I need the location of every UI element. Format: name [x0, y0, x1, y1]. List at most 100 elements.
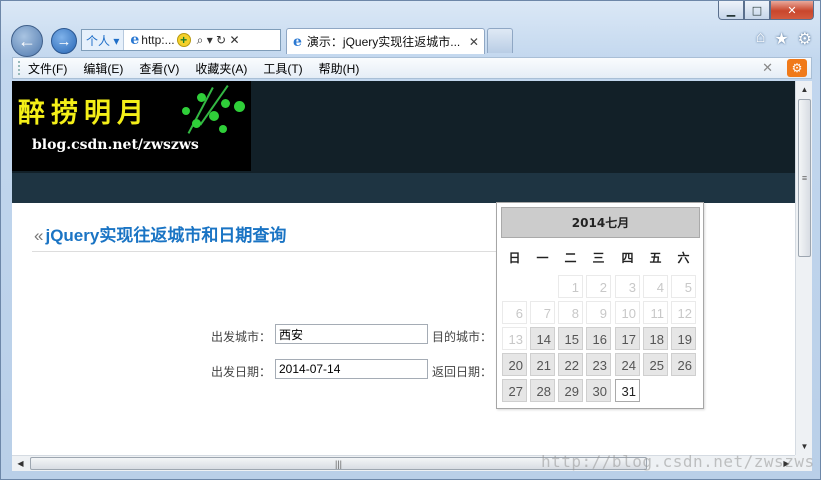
- title-divider: [32, 251, 512, 252]
- menu-file[interactable]: 文件(F): [28, 60, 67, 77]
- datepicker-day[interactable]: 26: [671, 353, 696, 376]
- close-button[interactable]: ✕: [770, 1, 814, 20]
- datepicker-day: 1: [558, 275, 583, 298]
- address-tools[interactable]: ⌕ ▾ ↻ ✕: [197, 33, 240, 48]
- depart-date-label: 出发日期：: [211, 365, 272, 379]
- datepicker-day: 9: [586, 301, 611, 324]
- back-button[interactable]: ←: [11, 25, 43, 57]
- logo-leaf-dot: [219, 125, 227, 133]
- datepicker-weekday: 日: [508, 251, 521, 265]
- datepicker-weekday: 三: [592, 251, 605, 265]
- arrow-left-icon: ←: [18, 30, 36, 51]
- window-caption-buttons: ▁ □ ✕: [718, 1, 814, 20]
- ie-page-icon: e: [130, 32, 140, 48]
- menu-bar: 文件(F) 编辑(E) 查看(V) 收藏夹(A) 工具(T) 帮助(H) ✕ ⚙: [12, 57, 812, 79]
- favorites-star-icon[interactable]: ★: [774, 29, 788, 49]
- tab-active[interactable]: e 演示：jQuery实现往返城市... ✕: [286, 28, 485, 54]
- datepicker-month-header: 2014七月: [501, 207, 700, 238]
- datepicker-day[interactable]: 27: [502, 379, 527, 402]
- menu-view[interactable]: 查看(V): [139, 60, 179, 77]
- browser-right-icons: ⌂ ★ ⚙: [756, 29, 812, 49]
- header-nav-strip: [12, 173, 795, 203]
- blog-logo[interactable]: 醉捞明月 blog.csdn.net/zwszws: [12, 81, 251, 171]
- gear-icon[interactable]: ⚙: [798, 29, 812, 49]
- depart-city-label: 出发城市：: [211, 330, 272, 344]
- datepicker-day: 11: [643, 301, 668, 324]
- tab-close-icon[interactable]: ✕: [469, 35, 479, 49]
- depart-date-input[interactable]: [275, 359, 428, 379]
- menu-tools[interactable]: 工具(T): [263, 60, 302, 77]
- datepicker-day[interactable]: 30: [586, 379, 611, 402]
- datepicker-day[interactable]: 16: [586, 327, 611, 350]
- return-date-label: 返回日期：: [432, 365, 493, 379]
- page-title-text: jQuery实现往返城市和日期查询: [45, 226, 287, 245]
- home-icon[interactable]: ⌂: [756, 29, 766, 49]
- logo-url: blog.csdn.net/zwszws: [32, 137, 199, 153]
- datepicker-day: 13: [502, 327, 527, 350]
- ie-page-icon: e: [293, 33, 302, 50]
- datepicker-day[interactable]: 28: [530, 379, 555, 402]
- forward-button[interactable]: →: [51, 28, 77, 54]
- logo-leaf-dot: [209, 111, 219, 121]
- datepicker-day[interactable]: 24: [615, 353, 640, 376]
- toolbar-grip[interactable]: [18, 61, 24, 75]
- datepicker-day: 7: [530, 301, 555, 324]
- datepicker-weekday: 一: [536, 251, 549, 265]
- datepicker-weekday: 二: [564, 251, 577, 265]
- menu-edit[interactable]: 编辑(E): [83, 60, 123, 77]
- datepicker-weekday: 六: [677, 251, 690, 265]
- datepicker-day[interactable]: 14: [530, 327, 555, 350]
- datepicker-weekday: 五: [649, 251, 662, 265]
- datepicker-day: 3: [615, 275, 640, 298]
- datepicker-day[interactable]: 29: [558, 379, 583, 402]
- vertical-scroll-thumb[interactable]: ≡: [798, 99, 811, 257]
- datepicker-day[interactable]: 31: [615, 379, 640, 402]
- datepicker-day: 4: [643, 275, 668, 298]
- page-viewport: 醉捞明月 blog.csdn.net/zwszws «jQuery实现往返城市和…: [12, 81, 795, 455]
- page-title[interactable]: «jQuery实现往返城市和日期查询: [34, 221, 286, 246]
- addon-icon[interactable]: ⚙: [787, 59, 807, 77]
- site-header: 醉捞明月 blog.csdn.net/zwszws: [12, 81, 795, 203]
- datepicker-popup: 2014七月 日一二三四五六 1 2 3 4 5 6 7 8 9 10 11 12 13 14 15 16 17 1…: [496, 202, 704, 409]
- datepicker-day: 5: [671, 275, 696, 298]
- datepicker-day[interactable]: 15: [558, 327, 583, 350]
- new-tab-button[interactable]: [487, 28, 513, 53]
- datepicker-day[interactable]: 25: [643, 353, 668, 376]
- arrow-right-icon: →: [56, 32, 72, 50]
- dest-city-label: 目的城市：: [432, 330, 493, 344]
- vertical-scrollbar[interactable]: ▲ ≡ ▼: [795, 81, 812, 455]
- menubar-close-icon[interactable]: ✕: [762, 60, 773, 76]
- datepicker-day: 12: [671, 301, 696, 324]
- menu-favorites[interactable]: 收藏夹(A): [195, 60, 247, 77]
- browser-window: ▁ □ ✕ ← → 个人 ▾ e http:... + ⌕ ▾ ↻ ✕ e 演示…: [0, 0, 821, 480]
- minimize-button[interactable]: ▁: [718, 1, 744, 20]
- scroll-up-arrow[interactable]: ▲: [796, 81, 813, 98]
- logo-leaf-dot: [234, 101, 245, 112]
- logo-title: 醉捞明月: [18, 98, 150, 129]
- datepicker-day[interactable]: 22: [558, 353, 583, 376]
- datepicker-day: 2: [586, 275, 611, 298]
- compat-view-icon[interactable]: +: [176, 33, 191, 47]
- tab-title: 演示：jQuery实现往返城市...: [306, 35, 461, 49]
- security-zone-dropdown[interactable]: 个人 ▾: [82, 30, 125, 50]
- datepicker-day[interactable]: 21: [530, 353, 555, 376]
- datepicker-day[interactable]: 19: [671, 327, 696, 350]
- datepicker-day[interactable]: 20: [502, 353, 527, 376]
- address-bar[interactable]: 个人 ▾ e http:... + ⌕ ▾ ↻ ✕: [81, 29, 281, 51]
- logo-leaf-dot: [221, 99, 230, 108]
- double-chevron-left-icon: «: [34, 226, 44, 245]
- datepicker-day[interactable]: 17: [615, 327, 640, 350]
- maximize-button[interactable]: □: [744, 1, 770, 20]
- logo-leaf-dot: [197, 93, 206, 102]
- depart-city-input[interactable]: [275, 324, 428, 344]
- datepicker-day: 6: [502, 301, 527, 324]
- datepicker-weekday: 四: [621, 251, 634, 265]
- scroll-left-arrow[interactable]: ◀: [12, 456, 29, 471]
- datepicker-day[interactable]: 18: [643, 327, 668, 350]
- datepicker-day[interactable]: 23: [586, 353, 611, 376]
- datepicker-day: 10: [615, 301, 640, 324]
- address-url[interactable]: http:...: [141, 33, 174, 47]
- menu-help[interactable]: 帮助(H): [319, 60, 360, 77]
- datepicker-day: 8: [558, 301, 583, 324]
- watermark: http://blog.csdn.net/zwszws: [541, 452, 815, 471]
